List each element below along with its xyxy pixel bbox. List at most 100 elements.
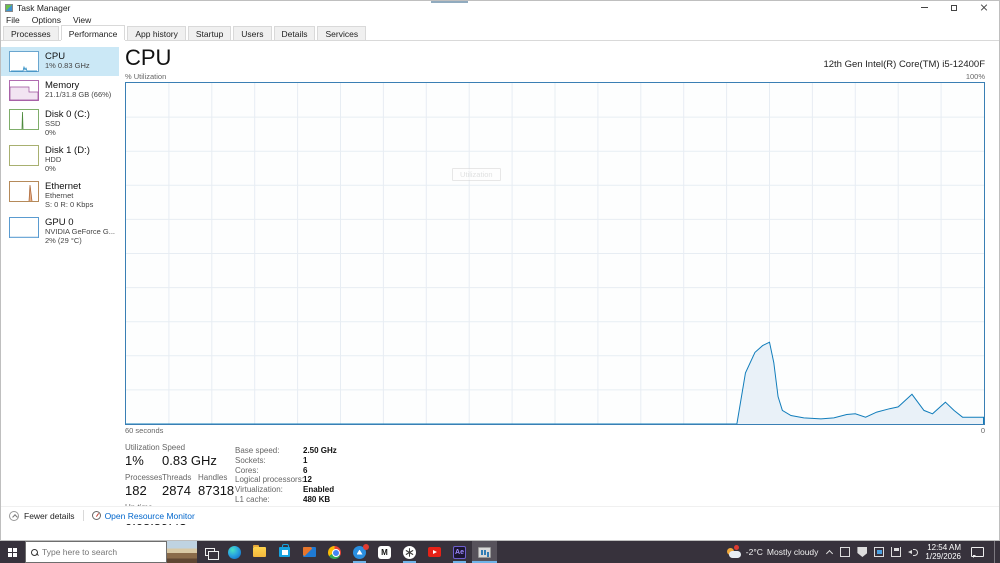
taskbar-icon-file-explorer[interactable] xyxy=(247,541,272,563)
search-input[interactable] xyxy=(42,547,152,557)
sidebar-ethernet-sub2: S: 0 R: 0 Kbps xyxy=(45,199,94,209)
taskbar-icon-microsoft-store[interactable] xyxy=(272,541,297,563)
maximize-button[interactable] xyxy=(939,1,969,14)
chatgpt-icon xyxy=(403,545,416,559)
clock-date: 1/29/2026 xyxy=(925,552,961,561)
windows-logo-icon xyxy=(8,547,17,557)
youtube-icon xyxy=(428,547,441,557)
fewer-details-button[interactable]: Fewer details xyxy=(24,511,75,521)
tray-app-icon[interactable] xyxy=(840,547,851,557)
weather-temperature: -2°C xyxy=(745,547,763,557)
processor-name: 12th Gen Intel(R) Core(TM) i5-12400F xyxy=(823,59,985,70)
microsoft-store-icon xyxy=(279,544,290,557)
performance-pane: CPU 1% 0.83 GHz Memory 21.1/31.8 GB (66%… xyxy=(1,41,999,528)
cpu-utilization-chart xyxy=(126,83,984,424)
footer-divider xyxy=(82,510,84,521)
cpu-detail-panel: CPU 12th Gen Intel(R) Core(TM) i5-12400F… xyxy=(125,41,985,528)
menu-file[interactable]: File xyxy=(6,15,20,25)
speed-label: Speed xyxy=(162,443,186,452)
title-bar[interactable]: Task Manager xyxy=(1,1,999,14)
weather-condition: Mostly cloudy xyxy=(766,547,819,557)
notification-badge xyxy=(363,543,369,550)
sidebar-item-ethernet[interactable]: Ethernet Ethernet S: 0 R: 0 Kbps xyxy=(1,177,119,213)
disk1-mini-graph xyxy=(9,145,39,166)
cpu-utilization-graph[interactable]: Utilization xyxy=(125,82,985,425)
memory-mini-graph xyxy=(9,80,39,101)
close-icon xyxy=(980,4,988,12)
sidebar-item-disk1[interactable]: Disk 1 (D:) HDD 0% xyxy=(1,141,119,177)
detail-row-cores: Cores: 6 xyxy=(235,465,308,475)
minimize-button[interactable] xyxy=(909,1,939,14)
edge-icon xyxy=(228,545,241,559)
tab-startup[interactable]: Startup xyxy=(187,26,232,40)
tab-services[interactable]: Services xyxy=(317,26,367,40)
sidebar-item-gpu0[interactable]: GPU 0 NVIDIA GeForce G... 2% (29 °C) xyxy=(1,213,119,249)
tray-overflow-chevron-icon[interactable] xyxy=(825,548,833,556)
task-view-icon xyxy=(204,548,219,560)
start-button[interactable] xyxy=(0,541,25,563)
task-manager-icon xyxy=(478,546,491,558)
sidebar-item-cpu[interactable]: CPU 1% 0.83 GHz xyxy=(1,47,119,76)
tab-bar: Processes Performance App history Startu… xyxy=(1,25,999,41)
x-axis-left-label: 60 seconds xyxy=(125,426,164,435)
taskbar-icon-chatgpt[interactable] xyxy=(397,541,422,563)
mail-icon xyxy=(303,547,316,557)
window-title: Task Manager xyxy=(17,2,71,13)
security-shield-icon[interactable] xyxy=(857,547,868,557)
taskbar-icon-medal[interactable]: M xyxy=(372,541,397,563)
taskbar-icon-edge[interactable] xyxy=(222,541,247,563)
collapse-chevron-icon xyxy=(9,510,19,521)
sidebar-item-disk0[interactable]: Disk 0 (C:) SSD 0% xyxy=(1,105,119,141)
show-desktop-button[interactable] xyxy=(994,541,998,563)
after-effects-icon: Ae xyxy=(453,545,466,559)
speed-value: 0.83 GHz xyxy=(162,453,217,468)
taskbar-icon-messenger[interactable] xyxy=(347,541,372,563)
minimize-icon xyxy=(920,7,928,8)
messenger-icon xyxy=(353,543,369,559)
sidebar-memory-sub: 21.1/31.8 GB (66%) xyxy=(45,90,112,99)
detail-row-virtualization: Virtualization: Enabled xyxy=(235,485,335,495)
news-interests-thumbnail[interactable] xyxy=(167,541,197,563)
utilization-label: Utilization xyxy=(125,443,160,452)
taskbar-icon-task-manager[interactable] xyxy=(472,541,497,563)
task-view-button[interactable] xyxy=(197,541,222,563)
taskbar-search[interactable] xyxy=(25,541,167,563)
medal-icon: M xyxy=(378,545,391,559)
taskbar-icon-after-effects[interactable]: Ae xyxy=(447,541,472,563)
cpu-mini-graph xyxy=(9,51,39,72)
taskbar-icon-mail[interactable] xyxy=(297,541,322,563)
display-tray-icon[interactable] xyxy=(874,547,885,557)
weather-cloud-icon xyxy=(726,544,742,558)
tab-users[interactable]: Users xyxy=(233,26,272,40)
utilization-value: 1% xyxy=(125,453,144,468)
weather-widget[interactable]: -2°C Mostly cloudy xyxy=(726,544,819,558)
tab-performance[interactable]: Performance xyxy=(60,25,126,40)
taskbar-icon-youtube[interactable] xyxy=(422,541,447,563)
sidebar-item-memory[interactable]: Memory 21.1/31.8 GB (66%) xyxy=(1,76,119,105)
maximize-icon xyxy=(951,4,957,11)
taskbar-icon-chrome[interactable] xyxy=(322,541,347,563)
taskbar: M Ae -2°C Mostly cloudy 12:54 A xyxy=(0,541,1000,563)
menu-view[interactable]: View xyxy=(73,15,91,25)
detail-row-l1-cache: L1 cache: 480 KB xyxy=(235,494,331,504)
performance-sidebar: CPU 1% 0.83 GHz Memory 21.1/31.8 GB (66%… xyxy=(1,47,119,249)
taskbar-clock[interactable]: 12:54 AM 1/29/2026 xyxy=(925,543,961,561)
screen-artifact xyxy=(431,1,468,3)
open-resource-monitor-link[interactable]: Open Resource Monitor xyxy=(91,511,195,521)
menu-options[interactable]: Options xyxy=(32,15,61,25)
action-center-icon[interactable] xyxy=(971,546,984,558)
footer-bar: Fewer details Open Resource Monitor xyxy=(1,506,999,524)
x-axis-right-label: 0 xyxy=(980,426,985,435)
task-manager-app-icon xyxy=(5,3,13,12)
chrome-icon xyxy=(328,545,341,559)
tab-details[interactable]: Details xyxy=(273,26,316,40)
processes-label: Processes xyxy=(125,473,163,482)
volume-icon[interactable] xyxy=(908,547,919,557)
tab-app-history[interactable]: App history xyxy=(127,26,186,40)
close-button[interactable] xyxy=(969,1,999,14)
detail-row-base-speed: Base speed: 2.50 GHz xyxy=(235,446,337,455)
tab-processes[interactable]: Processes xyxy=(3,26,59,40)
search-icon xyxy=(31,548,38,556)
network-icon[interactable] xyxy=(891,547,902,557)
ethernet-mini-graph xyxy=(9,181,39,202)
